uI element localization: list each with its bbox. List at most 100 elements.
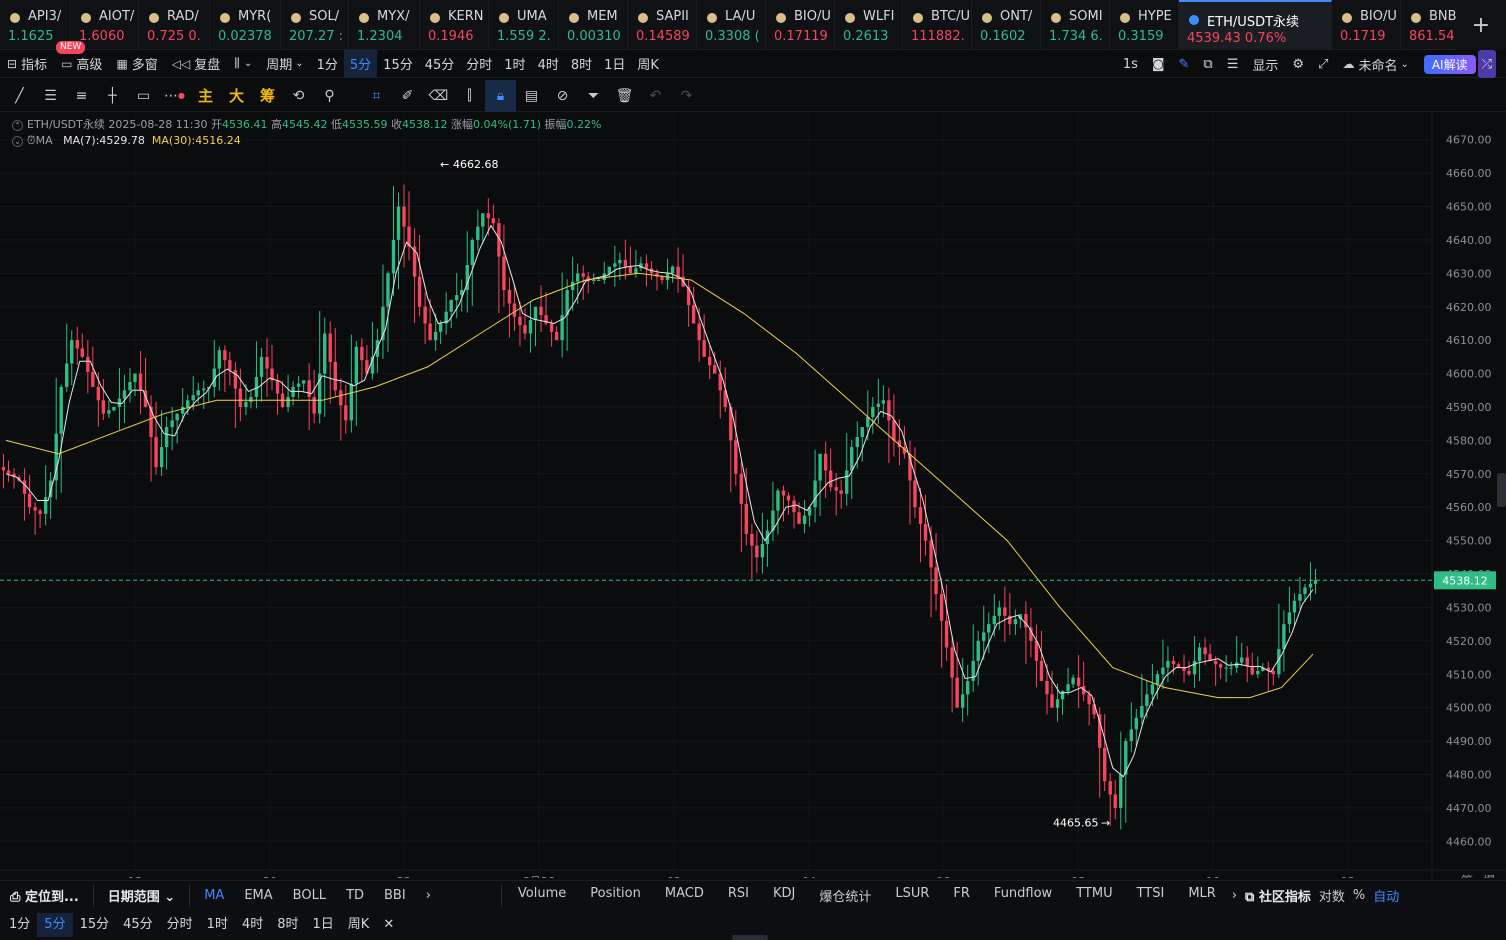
fullscreen-icon[interactable]: ⤢ [1311,50,1335,78]
measure-icon[interactable]: ⚲ [314,80,345,112]
interval-tab[interactable]: 4时 [532,50,565,78]
ticker-tab[interactable]: UMA 1.559 2. [489,0,559,50]
main-indicator-tab[interactable]: BOLL [283,888,336,903]
filter-icon[interactable]: ⏷ [578,80,609,112]
chart-area[interactable]: 4670.00 4660.00 4650.00 4640.00 4630.00 4620.… [0,113,1506,878]
sub-indicator-tab[interactable]: FR [941,886,982,905]
lock-icon[interactable]: 🔒︎ [485,79,516,112]
main-indicator-more-icon[interactable]: › [416,888,441,903]
interval-tab[interactable]: 4时 [235,913,270,937]
magnet-icon[interactable]: ⌗ [361,80,392,112]
sub-indicator-more-icon[interactable]: › [1228,888,1241,903]
alarm-icon[interactable]: ⏰︎ [27,134,36,147]
locate-button[interactable]: ⎙ 定位到... [0,886,89,905]
crossline-icon[interactable]: ┼ [97,80,128,112]
interval-tab[interactable]: 45分 [116,913,160,937]
ticker-tab[interactable]: SAPII 0.14589 [628,0,697,50]
ticker-tab[interactable]: BIO/U 0.1719 [1332,0,1401,50]
interval-tab[interactable]: 45分 [419,50,461,78]
collapse-ma-icon[interactable]: ⌄ [12,136,23,147]
ticker-tab[interactable]: LA/U 0.3308 ( [697,0,766,50]
ticker-tab[interactable]: MYX/1.2304 [349,0,420,50]
interval-tab[interactable]: 8时 [270,913,305,937]
more-tools-icon[interactable]: ⋯ ● [159,80,190,112]
ticker-tab[interactable]: SOMI 1.734 6. [1041,0,1110,50]
log-scale-toggle[interactable]: 对数 [1315,886,1349,905]
interval-tab[interactable]: 5分 [37,913,73,937]
interval-tab[interactable]: 分时 [160,913,200,937]
eraser-icon[interactable]: ⌫ [423,80,454,112]
period-dropdown[interactable]: 周期 ⌄ [259,50,310,78]
interval-tab[interactable]: 15分 [73,913,117,937]
interval-tab[interactable]: 5分 [343,49,378,78]
big-tool-button[interactable]: 大 [221,80,252,112]
price-chart[interactable]: 4670.00 4660.00 4650.00 4640.00 4630.00 4620.… [0,113,1506,878]
ticker-tab[interactable]: BTC/U 111882. [903,0,972,50]
chart-type-button[interactable]: ⫼ ⌄ [227,50,259,78]
horizontal-lines-icon[interactable]: ≡ [66,80,97,112]
interval-tab[interactable]: 1分 [2,913,37,937]
main-tool-button[interactable]: 主 [190,80,221,112]
refresh-speed[interactable]: 1s [1116,50,1145,78]
sub-indicator-tab[interactable]: 爆仓统计 [807,886,883,905]
ticker-tab[interactable]: ONT/0.1602 [972,0,1041,50]
scroll-handle[interactable] [732,935,768,940]
brush-icon[interactable]: ✐ [392,80,423,112]
ticker-tab[interactable]: BIO/U 0.17119 [766,0,835,50]
interval-tab[interactable]: 周K [341,913,377,937]
main-indicator-tab[interactable]: MA [194,888,234,903]
sub-indicator-tab[interactable]: Volume [506,886,578,905]
main-indicator-tab[interactable]: BBI [374,888,416,903]
trendline-icon[interactable]: ╱ [4,80,35,112]
popout-icon[interactable]: ⧉ [1196,50,1219,78]
settings-icon[interactable]: ⚙ [1285,50,1311,78]
auto-scale-toggle[interactable]: 自动 [1369,886,1403,905]
ticker-tab[interactable]: ETH/USDT永续 4539.43 0.76% [1179,0,1332,50]
replay-button[interactable]: ◁◁ 复盘 [165,50,227,78]
trash-icon[interactable]: 🗑︎ [609,80,640,112]
interval-tab[interactable]: 周K [631,50,665,78]
sub-indicator-tab[interactable]: RSI [716,886,761,905]
interval-tab[interactable]: 分时 [460,50,498,78]
multi-window-button[interactable]: ▦ 多窗 [109,50,164,78]
camera-icon[interactable]: ◙ [1145,50,1172,78]
interval-tab[interactable]: 1分 [311,50,344,78]
interval-tab[interactable]: 1时 [200,913,235,937]
rectangle-icon[interactable]: ▭ [128,80,159,112]
sub-indicator-tab[interactable]: KDJ [761,886,807,905]
ai-interpret-button[interactable]: AI解读 [1423,54,1476,74]
ticker-tab[interactable]: HYPE 0.3159 [1110,0,1179,50]
ticker-tab[interactable]: MEM 0.00310 [559,0,628,50]
sub-indicator-tab[interactable]: Fundflow [982,886,1064,905]
hide-icon[interactable]: ⊘ [547,80,578,112]
redo-icon[interactable]: ↷ [671,80,702,112]
interval-tab[interactable]: 1日 [598,50,631,78]
sub-indicator-tab[interactable]: TTSI [1125,886,1177,905]
ticker-tab[interactable]: WLFI 0.2613 [835,0,903,50]
sub-indicator-tab[interactable]: Position [578,886,653,905]
collapse-icon[interactable]: ⌃ [12,120,23,131]
community-indicator-button[interactable]: ⧉ 社区指标 [1241,886,1315,905]
ticker-tab[interactable]: RAD/0.725 0. [139,0,210,50]
menu-icon[interactable]: ☰ [1220,50,1246,78]
chips-tool-button[interactable]: 筹 [252,80,283,112]
sub-indicator-tab[interactable]: TTMU [1064,886,1124,905]
main-indicator-tab[interactable]: EMA [234,888,282,903]
ticker-tab[interactable]: SOL/207.27 : [281,0,349,50]
sub-indicator-tab[interactable]: MACD [653,886,716,905]
close-interval-bar-icon[interactable]: ✕ [376,913,401,937]
pen-icon[interactable]: ✎ [1172,50,1197,78]
compare-icon[interactable]: ⟲ [283,80,314,112]
sub-indicator-tab[interactable]: MLR [1176,886,1228,905]
percent-toggle[interactable]: % [1349,888,1369,903]
undo-icon[interactable]: ↶ [640,80,671,112]
candles-icon[interactable]: ⫿ [454,80,485,112]
sub-indicator-tab[interactable]: LSUR [883,886,941,905]
parallel-lines-icon[interactable]: ☰ [35,80,66,112]
interval-tab[interactable]: 8时 [565,50,598,78]
ticker-tab[interactable]: MYR(0.02378 [210,0,281,50]
date-range-button[interactable]: 日期范围 ⌄ [98,886,185,905]
display-button[interactable]: 显示 [1245,50,1285,78]
cloud-layout-button[interactable]: ☁ 未命名 ⌄ [1335,50,1415,78]
ticker-tab[interactable]: KERN 0.1946 [420,0,489,50]
